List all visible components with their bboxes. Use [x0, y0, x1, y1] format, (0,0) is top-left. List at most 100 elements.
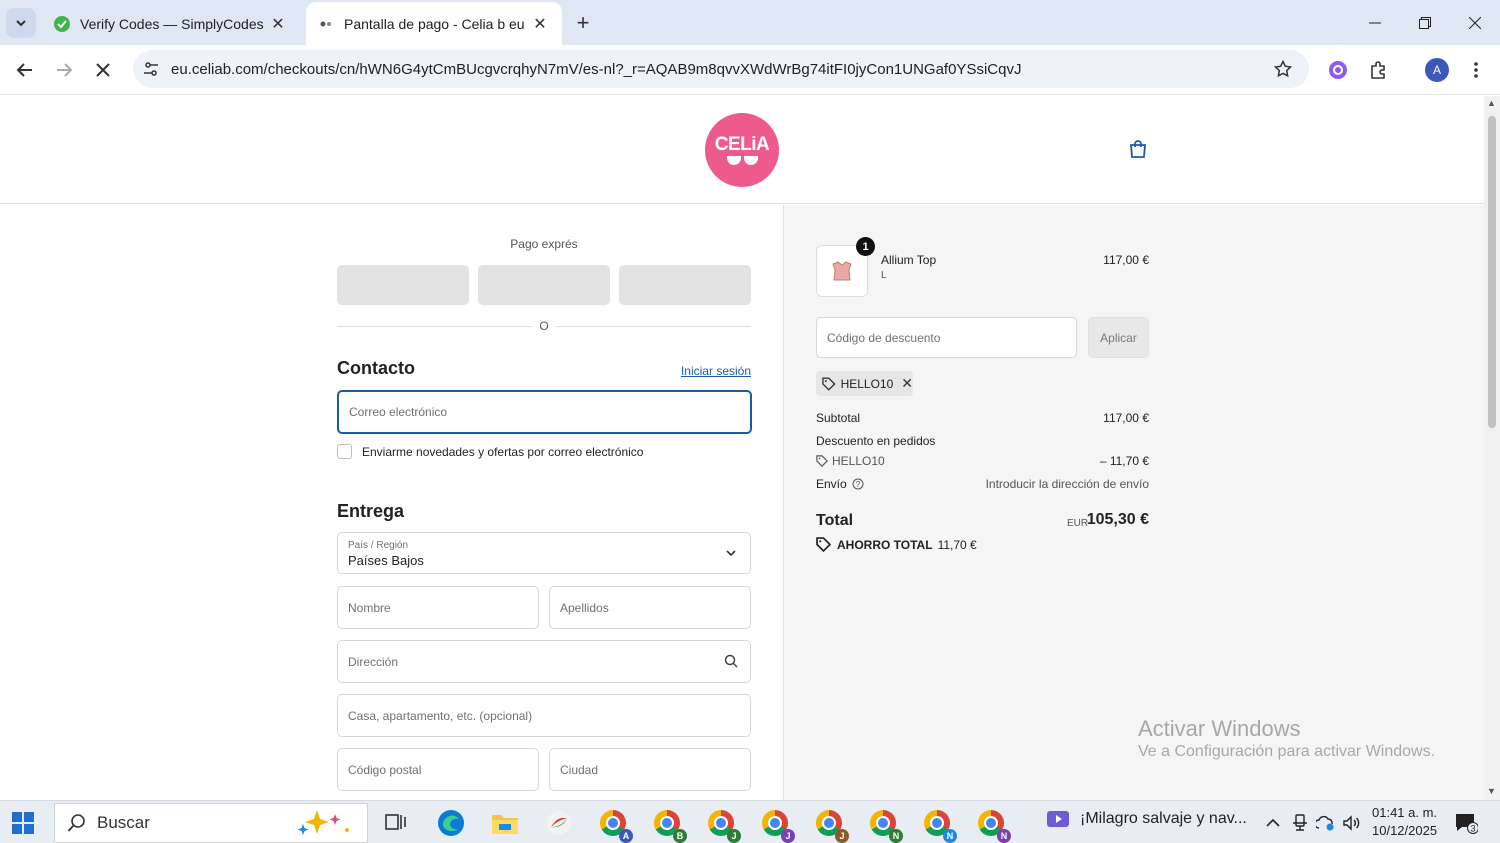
address-bar[interactable]: eu.celiab.com/checkouts/cn/hWN6G4ytCmBUc…	[133, 50, 1309, 88]
tag-icon	[822, 377, 836, 391]
info-icon[interactable]: ?	[852, 478, 864, 490]
newsletter-label: Enviarme novedades y ofertas por correo …	[362, 444, 644, 459]
tab-checkout[interactable]: Pantalla de pago - Celia b eu ✕	[306, 2, 562, 45]
close-tab-icon[interactable]: ✕	[530, 14, 550, 34]
chrome-profile-j2-icon[interactable]: J	[759, 807, 795, 843]
applied-discount-chip: HELLO10 ✕	[816, 371, 913, 396]
express-pay-button-3[interactable]	[619, 265, 751, 305]
newsletter-option[interactable]: Enviarme novedades y ofertas por correo …	[337, 444, 643, 459]
country-value: Países Bajos	[348, 553, 424, 568]
browser-toolbar: eu.celiab.com/checkouts/cn/hWN6G4ytCmBUc…	[0, 45, 1500, 95]
product-image-icon	[832, 261, 852, 281]
express-pay-button-2[interactable]	[478, 265, 610, 305]
meet-now-icon[interactable]	[1289, 812, 1311, 834]
express-pay-button-1[interactable]	[337, 265, 469, 305]
chevron-down-icon	[726, 550, 736, 557]
logo-mask-icon	[726, 155, 758, 165]
email-field[interactable]: Correo electrónico	[337, 390, 752, 434]
simplycodes-favicon-icon	[54, 15, 70, 32]
scroll-down-icon[interactable]: ▼	[1487, 786, 1496, 796]
file-explorer-icon[interactable]	[489, 807, 521, 839]
bookmark-star-icon[interactable]	[1269, 55, 1297, 83]
apartment-field[interactable]: Casa, apartamento, etc. (opcional)	[337, 694, 751, 737]
tab-strip: Verify Codes — SimplyCodes ✕ Pantalla de…	[0, 0, 1500, 45]
back-button[interactable]	[11, 56, 39, 84]
savings-label: AHORRO TOTAL	[837, 537, 933, 552]
chrome-profile-j-icon[interactable]: J	[705, 807, 741, 843]
tab-verify-codes[interactable]: Verify Codes — SimplyCodes ✕	[42, 2, 300, 45]
system-clock[interactable]: 01:41 a. m. 10/12/2025	[1372, 804, 1437, 840]
chrome-profile-b-icon[interactable]: B	[651, 807, 687, 843]
tab-title: Verify Codes — SimplyCodes	[80, 15, 264, 32]
page-scrollbar[interactable]: ▲ ▼	[1484, 96, 1500, 800]
back-arrow-icon	[16, 63, 32, 77]
minimize-button[interactable]	[1350, 0, 1400, 45]
total-savings-row: AHORRO TOTAL 11,70 €	[816, 537, 977, 552]
site-info-icon[interactable]	[141, 59, 161, 79]
close-icon	[96, 63, 110, 77]
forward-button[interactable]	[50, 56, 78, 84]
notification-center-icon[interactable]: 3	[1454, 812, 1478, 834]
address-placeholder: Dirección	[348, 654, 399, 669]
close-window-button[interactable]	[1450, 0, 1500, 45]
login-link[interactable]: Iniciar sesión	[680, 364, 751, 378]
celia-logo[interactable]: CELiA	[705, 113, 779, 187]
onedrive-network-icon[interactable]	[1315, 812, 1337, 834]
address-field[interactable]: Dirección	[337, 640, 751, 683]
savings-value: 11,70 €	[937, 537, 977, 552]
stop-loading-button[interactable]	[89, 56, 117, 84]
shipping-row: Envío ?	[816, 477, 864, 491]
country-select[interactable]: País / Región Países Bajos	[337, 532, 751, 574]
scroll-up-icon[interactable]: ▲	[1487, 98, 1496, 108]
shopping-bag-icon[interactable]	[1127, 138, 1149, 160]
city-field[interactable]: Ciudad	[549, 748, 751, 791]
contact-heading: Contacto	[337, 358, 415, 378]
volume-icon[interactable]	[1341, 812, 1363, 834]
shipping-label: Envío	[816, 477, 847, 491]
loading-favicon-icon	[320, 21, 331, 26]
tab-search-button[interactable]	[6, 8, 36, 38]
first-name-field[interactable]: Nombre	[337, 586, 539, 629]
menu-kebab-icon[interactable]	[1462, 56, 1490, 84]
taskbar-search[interactable]: Buscar	[54, 803, 368, 843]
search-label: Buscar	[97, 813, 150, 832]
search-icon	[67, 814, 85, 832]
or-separator: O	[532, 319, 556, 333]
shipping-value: Introducir la dirección de envío	[985, 477, 1149, 491]
newsletter-checkbox[interactable]	[337, 444, 352, 459]
restore-button[interactable]	[1400, 0, 1450, 45]
extensions-puzzle-icon[interactable]	[1364, 56, 1392, 84]
scrollbar-thumb[interactable]	[1488, 116, 1496, 428]
remove-discount-icon[interactable]: ✕	[901, 375, 913, 392]
media-widget[interactable]: ¡Milagro salvaje y nav...	[1046, 809, 1247, 829]
task-view-icon[interactable]	[380, 807, 412, 839]
apply-discount-button[interactable]: Aplicar	[1088, 317, 1149, 358]
order-summary: 1 Allium Top L 117,00 € Código de descue…	[783, 205, 1484, 800]
product-name: Allium Top	[881, 253, 937, 267]
activate-windows-title: Activar Windows	[1138, 716, 1301, 741]
notification-count: 3	[1470, 824, 1475, 834]
pdf-app-icon[interactable]	[543, 807, 575, 839]
chrome-profile-n-icon[interactable]: N	[867, 807, 903, 843]
sparkle-icon	[297, 810, 349, 835]
chrome-profile-a-icon[interactable]: A	[597, 807, 633, 843]
chrome-profile-n3-icon[interactable]: N	[975, 807, 1011, 843]
extension-icon[interactable]	[1324, 56, 1352, 84]
product-variant: L	[881, 270, 887, 281]
chrome-profile-j3-icon[interactable]: J	[813, 807, 849, 843]
profile-avatar[interactable]: A	[1425, 58, 1449, 82]
total-value: 105,30 €	[1086, 511, 1149, 528]
url-text[interactable]: eu.celiab.com/checkouts/cn/hWN6G4ytCmBUc…	[171, 61, 1269, 78]
country-label: País / Región	[348, 540, 409, 551]
new-tab-button[interactable]: +	[570, 10, 596, 36]
discount-code-input[interactable]: Código de descuento	[816, 317, 1077, 358]
windows-start-icon[interactable]	[12, 812, 34, 834]
logo-text: CELiA	[714, 133, 770, 155]
close-tab-icon[interactable]: ✕	[268, 14, 288, 34]
chrome-profile-n2-icon[interactable]: N	[921, 807, 957, 843]
postal-code-field[interactable]: Código postal	[337, 748, 539, 791]
edge-icon[interactable]	[435, 807, 467, 839]
last-name-field[interactable]: Apellidos	[549, 586, 751, 629]
minimize-icon	[1369, 22, 1381, 23]
chevron-up-icon[interactable]	[1262, 812, 1284, 834]
